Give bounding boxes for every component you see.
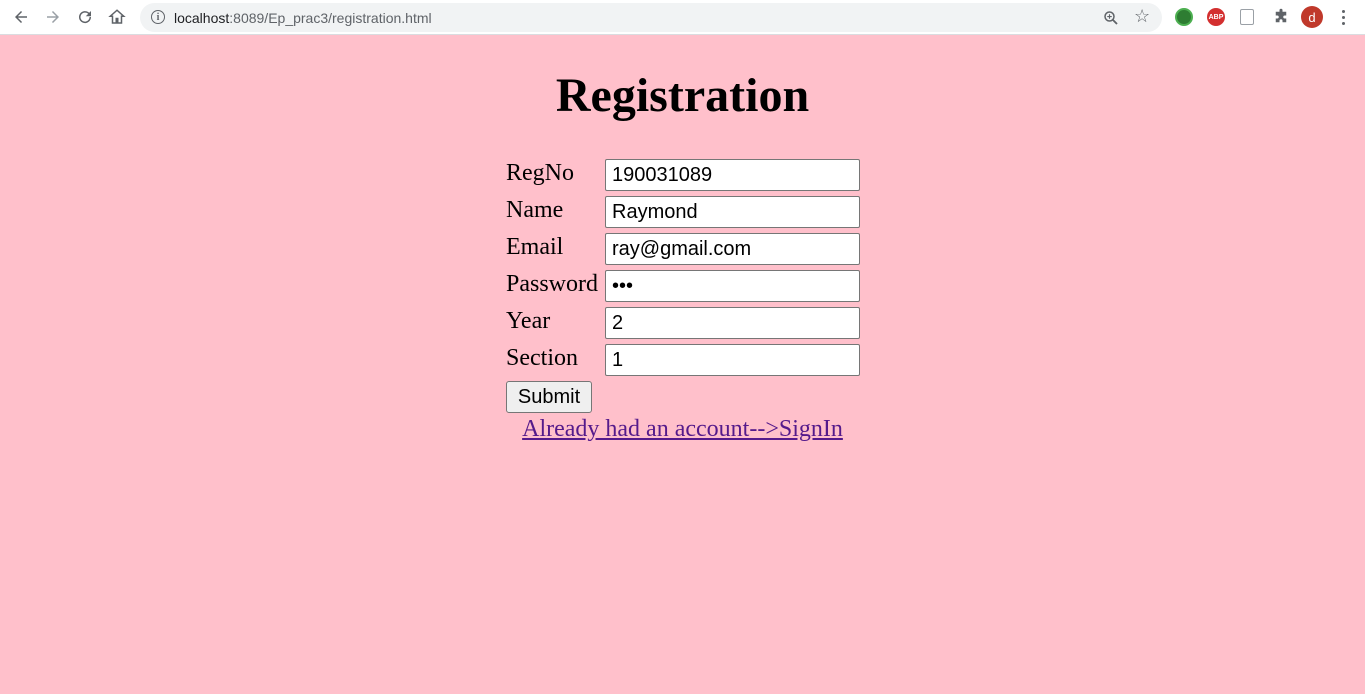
signin-link-container: Already had an account-->SignIn bbox=[0, 416, 1365, 443]
form-row-regno: RegNo bbox=[506, 159, 866, 196]
year-label: Year bbox=[506, 308, 551, 334]
browser-toolbar: i localhost:8089/Ep_prac3/registration.h… bbox=[0, 0, 1365, 35]
form-row-name: Name bbox=[506, 196, 866, 233]
address-url[interactable]: localhost:8089/Ep_prac3/registration.htm… bbox=[174, 10, 432, 26]
back-arrow-icon[interactable] bbox=[9, 5, 33, 29]
form-row-section: Section bbox=[506, 344, 866, 381]
reload-icon[interactable] bbox=[73, 5, 97, 29]
password-input[interactable] bbox=[605, 270, 860, 302]
profile-avatar[interactable]: d bbox=[1301, 6, 1323, 28]
email-label: Email bbox=[506, 234, 564, 260]
page-title: Registration bbox=[555, 69, 810, 122]
url-path: :8089/Ep_prac3/registration.html bbox=[229, 10, 432, 26]
registration-form: RegNo Name Email Password Year Section bbox=[506, 159, 866, 381]
url-host: localhost bbox=[174, 10, 230, 26]
section-label: Section bbox=[506, 345, 578, 371]
regno-input[interactable] bbox=[605, 159, 860, 191]
password-label: Password bbox=[506, 271, 599, 297]
browser-menu-icon[interactable] bbox=[1336, 7, 1350, 27]
year-input[interactable] bbox=[605, 307, 860, 339]
submit-button[interactable]: Submit bbox=[506, 381, 592, 413]
name-label: Name bbox=[506, 197, 564, 223]
home-icon[interactable] bbox=[105, 5, 129, 29]
forward-arrow-icon[interactable] bbox=[41, 5, 65, 29]
zoom-icon[interactable] bbox=[1102, 9, 1120, 27]
form-row-email: Email bbox=[506, 233, 866, 270]
extensions-puzzle-icon[interactable] bbox=[1271, 7, 1291, 27]
bookmark-star-icon[interactable]: ☆ bbox=[1134, 6, 1150, 27]
adblock-plus-icon[interactable]: ABP bbox=[1207, 8, 1225, 26]
form-row-year: Year bbox=[506, 307, 866, 344]
extension-document-icon[interactable] bbox=[1240, 9, 1254, 25]
name-input[interactable] bbox=[605, 196, 860, 228]
email-input[interactable] bbox=[605, 233, 860, 265]
section-input[interactable] bbox=[605, 344, 860, 376]
signin-link[interactable]: Already had an account-->SignIn bbox=[522, 416, 843, 442]
regno-label: RegNo bbox=[506, 160, 574, 186]
site-info-icon[interactable]: i bbox=[151, 10, 165, 24]
extension-green-icon[interactable] bbox=[1175, 8, 1193, 26]
avatar-letter: d bbox=[1308, 9, 1316, 25]
address-bar[interactable]: i localhost:8089/Ep_prac3/registration.h… bbox=[140, 3, 1162, 32]
form-row-password: Password bbox=[506, 270, 866, 307]
abp-label: ABP bbox=[1208, 13, 1224, 21]
